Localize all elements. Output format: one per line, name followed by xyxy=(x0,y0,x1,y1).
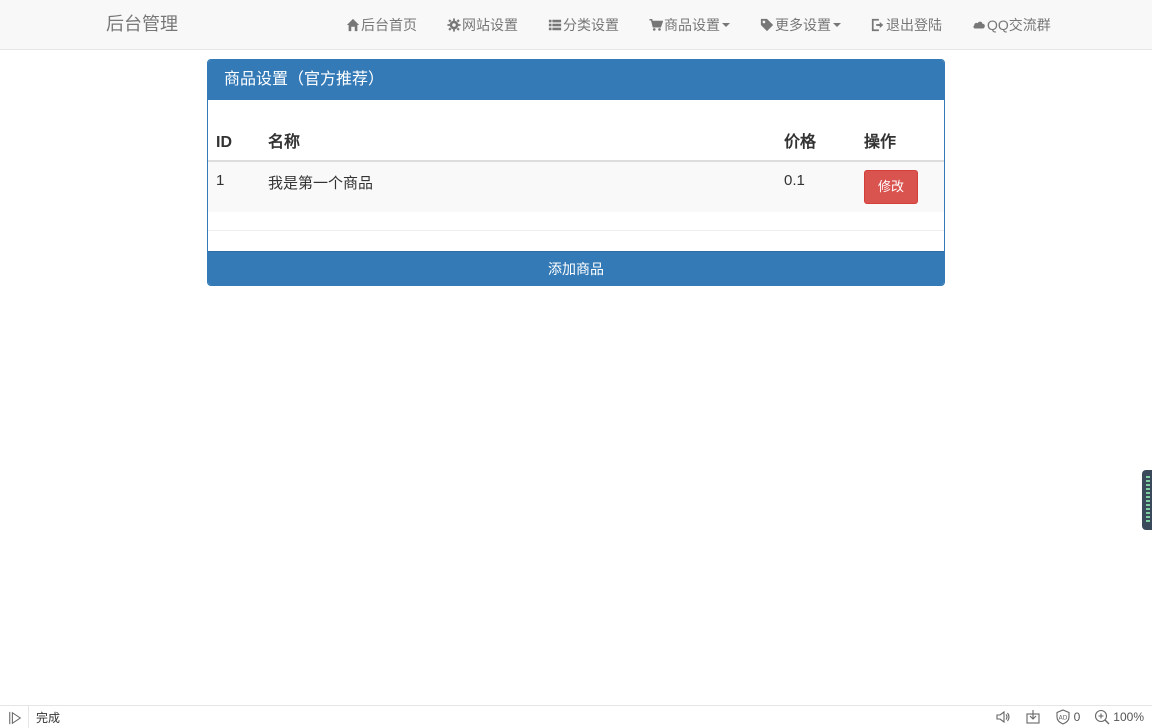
nav-item-product-settings[interactable]: 商品设置 xyxy=(649,0,730,50)
cell-name: 我是第一个商品 xyxy=(260,161,776,212)
nav-item-label: 退出登陆 xyxy=(886,17,942,33)
divider xyxy=(208,230,944,231)
list-icon xyxy=(548,18,562,32)
browser-status-bar: 完成 AD 0 100% xyxy=(0,705,1152,728)
column-header-price: 价格 xyxy=(776,100,856,162)
logout-icon xyxy=(871,18,885,32)
status-left: 完成 xyxy=(8,709,60,726)
cart-icon xyxy=(649,18,663,32)
nav-item-label: 分类设置 xyxy=(563,17,619,33)
nav-item-logout[interactable]: 退出登陆 xyxy=(871,0,942,50)
nav-item-label: 商品设置 xyxy=(664,17,720,33)
play-icon[interactable] xyxy=(8,711,22,725)
top-navbar: 后台管理 后台首页 网站设置 分类设置 商品设置 更多设置 退出登陆 QQ交流群 xyxy=(0,0,1152,50)
side-panel-handle[interactable] xyxy=(1142,470,1152,530)
nav-item-label: 更多设置 xyxy=(775,17,831,33)
download-box-icon xyxy=(1026,710,1040,724)
status-divider xyxy=(28,706,29,728)
ad-block-control[interactable]: AD 0 xyxy=(1055,709,1081,725)
nav-item-category-settings[interactable]: 分类设置 xyxy=(548,0,619,50)
nav-item-label: QQ交流群 xyxy=(987,17,1051,33)
table-header-row: ID 名称 价格 操作 xyxy=(208,100,944,162)
speaker-icon xyxy=(996,710,1010,724)
ad-block-icon: AD xyxy=(1056,709,1070,725)
ad-block-count: 0 xyxy=(1073,710,1081,724)
chevron-down-icon xyxy=(833,23,841,27)
zoom-in-icon xyxy=(1095,709,1110,725)
product-settings-panel: 商品设置（官方推荐） ID 名称 价格 操作 1 我是第一个商品 0.1 修改 xyxy=(207,59,945,286)
cloud-icon xyxy=(972,18,986,32)
cell-id: 1 xyxy=(208,161,260,212)
svg-text:AD: AD xyxy=(1058,715,1067,722)
status-text: 完成 xyxy=(36,711,61,725)
nav-item-label: 后台首页 xyxy=(361,17,417,33)
column-header-name: 名称 xyxy=(260,100,776,162)
zoom-control[interactable]: 100% xyxy=(1094,709,1144,725)
nav-menu: 后台首页 网站设置 分类设置 商品设置 更多设置 退出登陆 QQ交流群 xyxy=(346,0,1051,50)
zoom-level: 100% xyxy=(1113,710,1144,724)
product-table: ID 名称 价格 操作 1 我是第一个商品 0.1 修改 xyxy=(208,100,944,212)
volume-control[interactable] xyxy=(995,709,1011,725)
column-header-action: 操作 xyxy=(856,100,944,162)
cell-action: 修改 xyxy=(856,161,944,212)
panel-title: 商品设置（官方推荐） xyxy=(208,60,944,100)
nav-item-home[interactable]: 后台首页 xyxy=(346,0,417,50)
chevron-down-icon xyxy=(722,23,730,27)
table-row: 1 我是第一个商品 0.1 修改 xyxy=(208,161,944,212)
edit-button[interactable]: 修改 xyxy=(864,170,918,204)
status-right: AD 0 100% xyxy=(995,709,1144,725)
nav-item-site-settings[interactable]: 网站设置 xyxy=(447,0,518,50)
cell-price: 0.1 xyxy=(776,161,856,212)
handle-grip-icon xyxy=(1146,476,1150,524)
nav-item-label: 网站设置 xyxy=(462,17,518,33)
gear-icon xyxy=(447,18,461,32)
nav-item-more-settings[interactable]: 更多设置 xyxy=(760,0,841,50)
home-icon xyxy=(346,18,360,32)
add-product-button[interactable]: 添加商品 xyxy=(208,251,944,285)
download-control[interactable] xyxy=(1025,709,1041,725)
tag-icon xyxy=(760,18,774,32)
brand-title[interactable]: 后台管理 xyxy=(106,12,178,36)
column-header-id: ID xyxy=(208,100,260,162)
product-table-wrapper: ID 名称 价格 操作 1 我是第一个商品 0.1 修改 xyxy=(208,100,944,212)
nav-item-qq-group[interactable]: QQ交流群 xyxy=(972,0,1051,50)
